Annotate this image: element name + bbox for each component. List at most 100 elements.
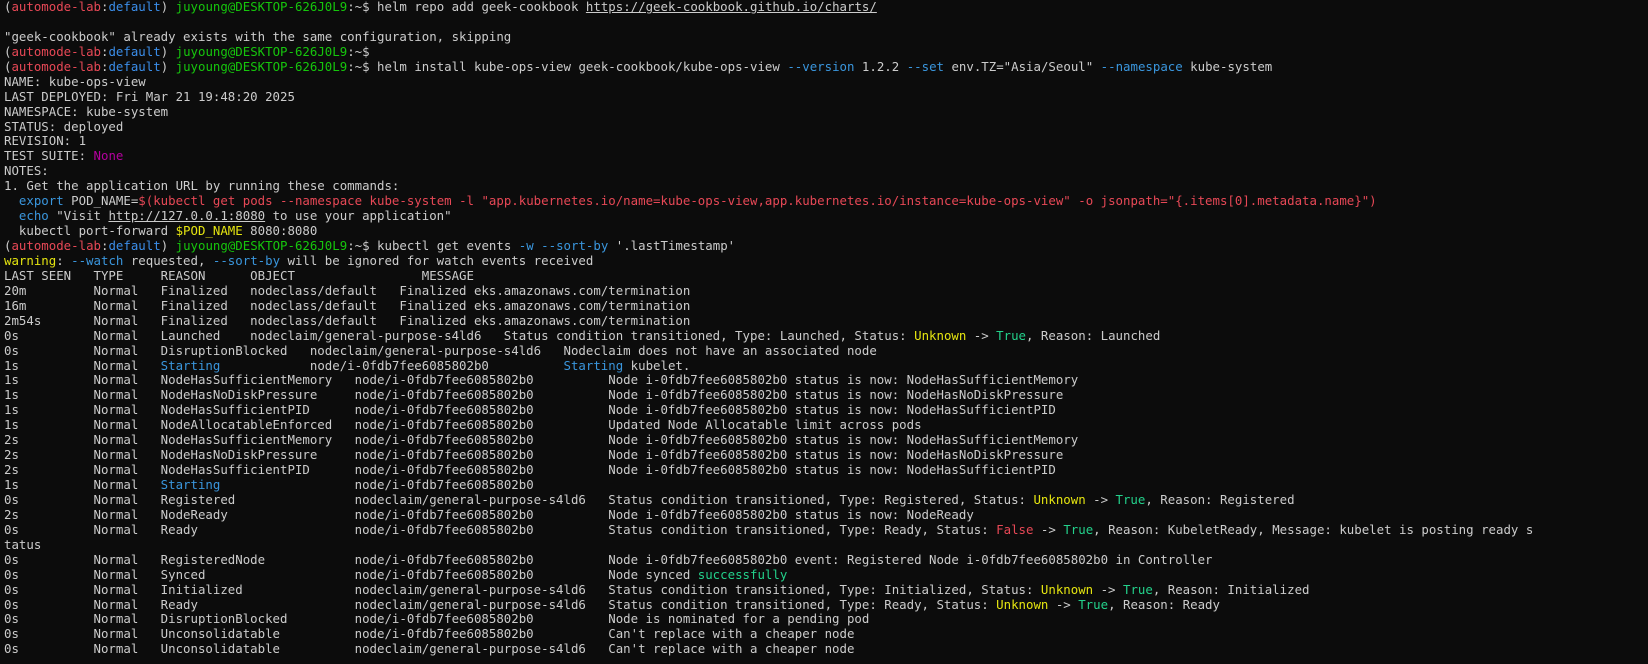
terminal-line: 16m Normal Finalized nodeclass/default F… [4, 299, 1648, 314]
terminal-text: successfully [697, 567, 788, 582]
terminal-line: 1s Normal NodeAllocatableEnforced node/i… [4, 418, 1648, 433]
terminal-line: 2s Normal NodeReady node/i-0fdb7fee60858… [4, 508, 1648, 523]
terminal-text: 2m54s Normal Finalized nodeclass/default… [4, 313, 691, 328]
terminal-text: Unknown [1033, 492, 1086, 507]
terminal-text: NOTES: [4, 164, 49, 179]
terminal-line: 1s Normal NodeHasNoDiskPressure node/i-0… [4, 388, 1648, 403]
terminal-text: -> [1048, 597, 1079, 612]
terminal-line: 1. Get the application URL by running th… [4, 179, 1648, 194]
terminal-text: None [93, 149, 124, 164]
terminal-line: 0s Normal Ready node/i-0fdb7fee6085802b0… [4, 523, 1648, 538]
terminal-line: NAMESPACE: kube-system [4, 105, 1648, 120]
terminal-text: automode-lab [11, 59, 101, 74]
terminal-text: --watch [71, 253, 124, 268]
terminal-line: (automode-lab:default) juyoung@DESKTOP-6… [4, 45, 1648, 60]
terminal-line: 2s Normal NodeHasSufficientMemory node/i… [4, 433, 1648, 448]
terminal-line: 1s Normal NodeHasSufficientPID node/i-0f… [4, 403, 1648, 418]
terminal-text: 0s Normal RegisteredNode node/i-0fdb7fee… [4, 552, 1213, 567]
terminal-text: juyoung@DESKTOP-626J0L9 [175, 59, 348, 74]
terminal-line: NAME: kube-ops-view [4, 75, 1648, 90]
terminal-text: STATUS: deployed [4, 119, 124, 134]
terminal-text: echo [18, 209, 49, 224]
terminal-text: default [108, 0, 161, 14]
terminal-text: ) [160, 59, 176, 74]
terminal-line: 2s Normal NodeHasNoDiskPressure node/i-0… [4, 448, 1648, 463]
terminal-text: "geek-cookbook" already exists with the … [4, 29, 512, 44]
terminal-text: 0s Normal Registered nodeclaim/general-p… [4, 492, 1034, 507]
terminal-output[interactable]: (automode-lab:default) juyoung@DESKTOP-6… [0, 0, 1648, 664]
terminal-link[interactable]: http://127.0.0.1:8080 [108, 209, 265, 223]
terminal-text: default [108, 44, 161, 59]
terminal-text: True [1115, 492, 1146, 507]
terminal-text: '.lastTimestamp' [608, 239, 736, 253]
terminal-text: --sort-by [212, 253, 281, 268]
terminal-line: kubectl port-forward $POD_NAME 8080:8080 [4, 224, 1648, 239]
terminal-text: 1s Normal NodeHasSufficientMemory node/i… [4, 373, 1079, 388]
terminal-line: 0s Normal Initialized nodeclaim/general-… [4, 583, 1648, 598]
terminal-text: 2s Normal NodeHasSufficientPID node/i-0f… [4, 463, 1056, 478]
terminal-line: 1s Normal NodeHasSufficientMemory node/i… [4, 373, 1648, 388]
terminal-text: to use your application" [265, 209, 452, 224]
terminal-text: LAST DEPLOYED: Fri Mar 21 19:48:20 2025 [4, 89, 295, 104]
terminal-text: "Visit [48, 209, 109, 224]
terminal-text: -> [1085, 492, 1116, 507]
terminal-text: ) [160, 239, 176, 253]
terminal-text: NAME: kube-ops-view [4, 74, 146, 89]
terminal-text: 0s Normal Initialized nodeclaim/general-… [4, 582, 1041, 597]
terminal-text: NAMESPACE: kube-system [4, 104, 169, 119]
terminal-text: juyoung@DESKTOP-626J0L9 [175, 44, 348, 59]
terminal-line: 0s Normal DisruptionBlocked node/i-0fdb7… [4, 612, 1648, 627]
terminal-text: TEST SUITE: [4, 149, 94, 164]
terminal-text: 0s Normal Synced node/i-0fdb7fee6085802b… [4, 567, 698, 582]
terminal-text: default [108, 239, 161, 253]
terminal-text: -> [1093, 582, 1123, 597]
terminal-line: LAST SEEN TYPE REASON OBJECT MESSAGE [4, 269, 1648, 284]
terminal-text: will be ignored for watch events receive… [280, 253, 594, 268]
terminal-text: 0s Normal Ready node/i-0fdb7fee6085802b0… [4, 522, 997, 537]
terminal-text: 0s Normal Launched nodeclaim/general-pur… [4, 328, 915, 343]
terminal-line: tatus [4, 538, 1648, 553]
terminal-text: requested, [123, 253, 213, 268]
terminal-text: 16m Normal Finalized nodeclass/default F… [4, 298, 691, 313]
terminal-text: Unknown [914, 328, 967, 343]
terminal-text: 2s Normal NodeHasSufficientMemory node/i… [4, 433, 1079, 448]
terminal-text: automode-lab [11, 239, 101, 253]
terminal-text: kubelet. [623, 358, 691, 373]
terminal-line: (automode-lab:default) juyoung@DESKTOP-6… [4, 0, 1648, 15]
terminal-link[interactable]: https://geek-cookbook.github.io/charts/ [586, 0, 877, 14]
terminal-text: ) [160, 0, 176, 14]
terminal-text: 2s Normal NodeHasNoDiskPressure node/i-0… [4, 448, 1064, 463]
terminal-text: REVISION: 1 [4, 134, 87, 149]
terminal-text: 0s Normal Ready nodeclaim/general-purpos… [4, 597, 997, 612]
terminal-text: Unknown [996, 597, 1049, 612]
terminal-line: "geek-cookbook" already exists with the … [4, 30, 1648, 45]
terminal-line: 0s Normal Synced node/i-0fdb7fee6085802b… [4, 568, 1648, 583]
terminal-text: -> [1033, 522, 1064, 537]
terminal-text: Starting [160, 478, 221, 492]
terminal-text: 1s Normal [4, 358, 161, 373]
terminal-text: :~$ helm repo add geek-cookbook [347, 0, 586, 14]
terminal-text: tatus [4, 537, 42, 552]
terminal-text: True [1122, 582, 1153, 597]
terminal-line: echo "Visit http://127.0.0.1:8080 to use… [4, 209, 1648, 224]
terminal-text: 2s Normal NodeReady node/i-0fdb7fee60858… [4, 507, 974, 522]
terminal-line: LAST DEPLOYED: Fri Mar 21 19:48:20 2025 [4, 90, 1648, 105]
terminal-text: $POD_NAME [175, 224, 243, 239]
terminal-line: export POD_NAME=$(kubectl get pods --nam… [4, 194, 1648, 209]
terminal-line: warning: --watch requested, --sort-by wi… [4, 254, 1648, 269]
terminal-text: -w [518, 239, 534, 253]
terminal-text: --namespace [1100, 59, 1183, 74]
terminal-text: 1.2.2 [854, 59, 907, 74]
terminal-text: -> [966, 328, 997, 343]
terminal-text: :~$ [347, 44, 370, 59]
terminal-text: True [1063, 522, 1094, 537]
terminal-line: 0s Normal DisruptionBlocked nodeclaim/ge… [4, 344, 1648, 359]
terminal-text: True [1078, 597, 1109, 612]
terminal-text: Starting [160, 358, 221, 373]
terminal-text: juyoung@DESKTOP-626J0L9 [175, 0, 348, 14]
terminal-text: 1. Get the application URL by running th… [4, 179, 400, 194]
terminal-text: kubectl port-forward [4, 224, 176, 239]
